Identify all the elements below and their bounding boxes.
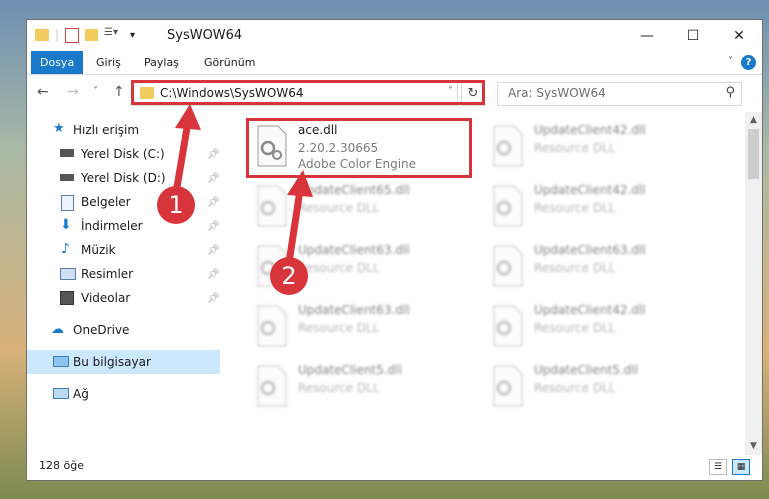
callout-arrow-1 <box>172 118 192 197</box>
callout-badge-2: 2 <box>270 257 308 295</box>
callout-arrow-2 <box>285 186 304 267</box>
arrowhead-icon <box>287 170 313 197</box>
callout-badge-1: 1 <box>157 186 195 224</box>
arrowhead-icon <box>175 104 201 130</box>
callout-arrows <box>172 104 313 267</box>
